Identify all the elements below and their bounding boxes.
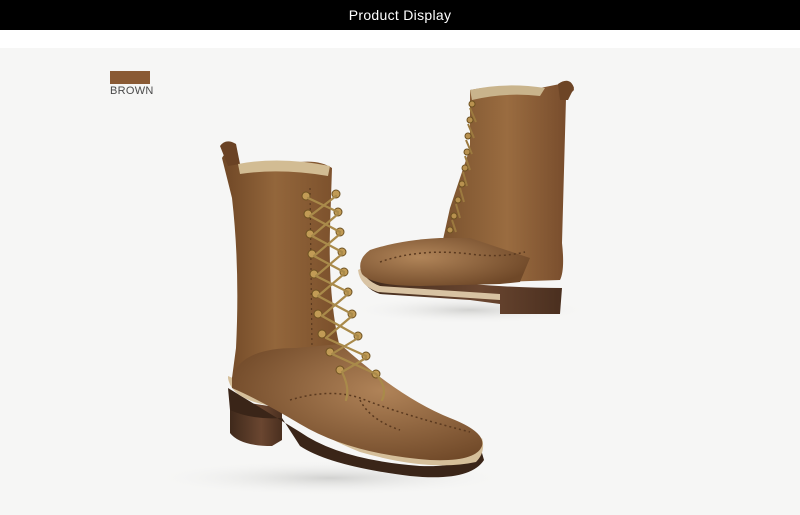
product-photo-area: BROWN — [0, 48, 800, 515]
boot-photo — [150, 80, 590, 496]
page-title: Product Display — [348, 7, 452, 23]
product-display-page: Product Display BROWN — [0, 0, 800, 515]
header-bar: Product Display — [0, 0, 800, 30]
back-boot — [350, 80, 590, 324]
